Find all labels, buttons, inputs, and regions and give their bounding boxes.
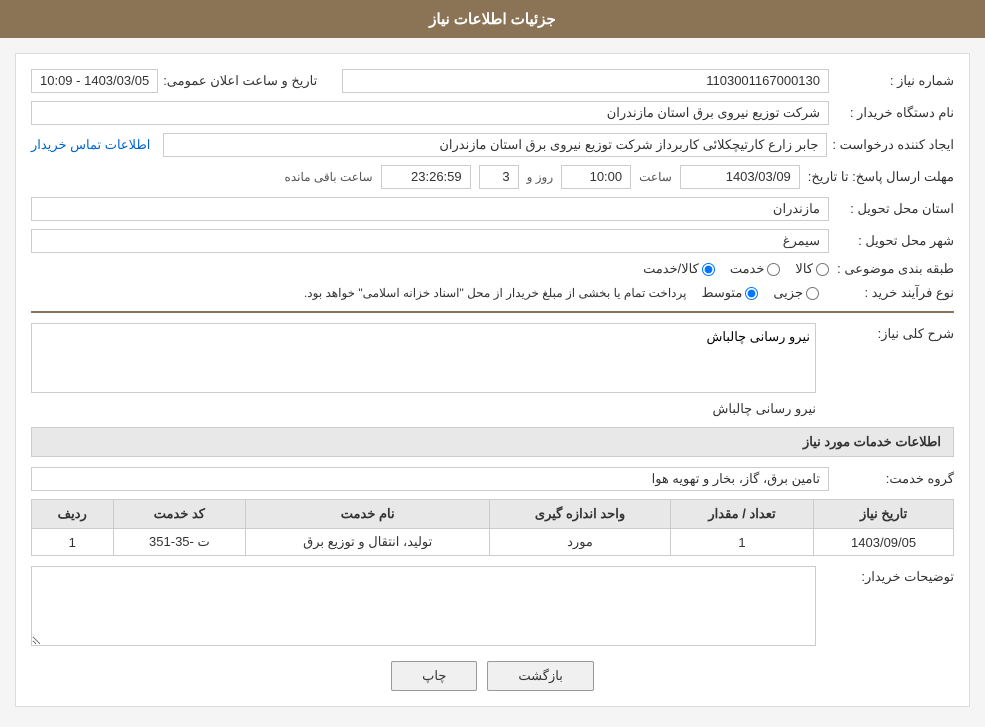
purchase-jozi-item: جزیی	[773, 285, 819, 301]
purchase-motavasset-item: متوسط	[701, 285, 758, 301]
cell-service-name: تولید، انتقال و توزیع برق	[246, 529, 490, 556]
city-value: سیمرغ	[31, 229, 829, 253]
cell-measure: مورد	[490, 529, 671, 556]
category-khedmat-item: خدمت	[730, 261, 781, 277]
purchase-note: پرداخت تمام یا بخشی از مبلغ خریدار از مح…	[31, 286, 686, 300]
cell-row-num: 1	[32, 529, 114, 556]
creator-value: جابر زارع کارتیچکلائی کاربرداز شرکت توزی…	[163, 133, 827, 157]
col-header-service-name: نام خدمت	[246, 500, 490, 529]
col-header-measure: واحد اندازه گیری	[490, 500, 671, 529]
cell-date: 1403/09/05	[814, 529, 954, 556]
purchase-row: نوع فرآیند خرید : جزیی متوسط پرداخت تمام…	[31, 285, 954, 301]
cell-service-code: ت -35-351	[113, 529, 246, 556]
category-label: طبقه بندی موضوعی :	[834, 261, 954, 277]
deadline-time: 10:00	[561, 165, 631, 189]
buyer-notes-textarea[interactable]	[31, 566, 816, 646]
back-button[interactable]: بازگشت	[487, 661, 593, 691]
col-header-service-code: کد خدمت	[113, 500, 246, 529]
main-content: شماره نیاز : 1103001167000130 تاریخ و سا…	[15, 53, 970, 707]
category-kala-item: کالا	[795, 261, 829, 277]
purchase-label: نوع فرآیند خرید :	[834, 285, 954, 301]
buyer-org-label: نام دستگاه خریدار :	[834, 105, 954, 121]
need-desc-label: شرح کلی نیاز:	[824, 323, 954, 342]
col-header-date: تاریخ نیاز	[814, 500, 954, 529]
announce-value: 1403/03/05 - 10:09	[31, 69, 158, 93]
table-header-row: تاریخ نیاز تعداد / مقدار واحد اندازه گیر…	[32, 500, 954, 529]
city-label: شهر محل تحویل :	[834, 233, 954, 249]
need-number-value: 1103001167000130	[342, 69, 829, 93]
deadline-days: 3	[479, 165, 519, 189]
category-radio-group: کالا خدمت کالا/خدمت	[643, 261, 829, 277]
service-table: تاریخ نیاز تعداد / مقدار واحد اندازه گیر…	[31, 499, 954, 556]
category-kala-label: کالا	[795, 261, 813, 277]
need-desc-row: شرح کلی نیاز:	[31, 323, 954, 393]
category-kala-radio[interactable]	[816, 263, 829, 276]
button-row: بازگشت چاپ	[31, 661, 954, 691]
province-label: استان محل تحویل :	[834, 201, 954, 217]
category-kala-khedmat-item: کالا/خدمت	[643, 261, 715, 277]
need-desc-value-display: نیرو رسانی چالباش	[712, 401, 816, 416]
category-row: طبقه بندی موضوعی : کالا خدمت کالا/خدمت	[31, 261, 954, 277]
deadline-time-label: ساعت	[639, 170, 672, 184]
divider	[31, 311, 954, 313]
cell-quantity: 1	[670, 529, 813, 556]
category-kala-khedmat-radio[interactable]	[702, 263, 715, 276]
service-group-value: تامین برق، گاز، بخار و تهویه هوا	[31, 467, 829, 491]
buyer-org-value: شرکت توزیع نیروی برق استان مازندران	[31, 101, 829, 125]
category-kala-khedmat-label: کالا/خدمت	[643, 261, 699, 277]
header-title: جزئیات اطلاعات نیاز	[429, 11, 556, 28]
contact-link[interactable]: اطلاعات تماس خریدار	[31, 137, 150, 153]
table-row: 1403/09/05 1 مورد تولید، انتقال و توزیع …	[32, 529, 954, 556]
page-header: جزئیات اطلاعات نیاز	[0, 0, 985, 38]
province-row: استان محل تحویل : مازندران	[31, 197, 954, 221]
buyer-notes-label: توضیحات خریدار:	[824, 566, 954, 585]
category-khedmat-label: خدمت	[730, 261, 765, 277]
deadline-day-label: روز و	[527, 170, 554, 184]
deadline-remaining-label: ساعت باقی مانده	[285, 170, 373, 184]
print-button[interactable]: چاپ	[391, 661, 477, 691]
creator-row: ایجاد کننده درخواست : جابر زارع کارتیچکل…	[31, 133, 954, 157]
service-group-label: گروه خدمت:	[834, 471, 954, 487]
purchase-radio-group: جزیی متوسط	[701, 285, 819, 301]
city-row: شهر محل تحویل : سیمرغ	[31, 229, 954, 253]
services-section-header: اطلاعات خدمات مورد نیاز	[31, 427, 954, 457]
deadline-row: مهلت ارسال پاسخ: تا تاریخ: 1403/03/09 سا…	[31, 165, 954, 189]
creator-label: ایجاد کننده درخواست :	[832, 137, 954, 153]
purchase-motavasset-label: متوسط	[701, 285, 742, 301]
purchase-jozi-radio[interactable]	[806, 287, 819, 300]
service-group-row: گروه خدمت: تامین برق، گاز، بخار و تهویه …	[31, 467, 954, 491]
deadline-label: مهلت ارسال پاسخ: تا تاریخ:	[808, 169, 954, 185]
col-header-row-num: ردیف	[32, 500, 114, 529]
purchase-motavasset-radio[interactable]	[745, 287, 758, 300]
buyer-notes-row: توضیحات خریدار:	[31, 566, 954, 646]
purchase-jozi-label: جزیی	[773, 285, 803, 301]
page-container: جزئیات اطلاعات نیاز شماره نیاز : 1103001…	[0, 0, 985, 727]
category-khedmat-radio[interactable]	[767, 263, 780, 276]
province-value: مازندران	[31, 197, 829, 221]
announce-label: تاریخ و ساعت اعلان عمومی:	[163, 73, 317, 89]
need-desc-textarea[interactable]	[31, 323, 816, 393]
buyer-org-row: نام دستگاه خریدار : شرکت توزیع نیروی برق…	[31, 101, 954, 125]
need-number-label: شماره نیاز :	[834, 73, 954, 89]
deadline-remaining: 23:26:59	[381, 165, 471, 189]
deadline-date: 1403/03/09	[680, 165, 800, 189]
need-number-row: شماره نیاز : 1103001167000130 تاریخ و سا…	[31, 69, 954, 93]
col-header-quantity: تعداد / مقدار	[670, 500, 813, 529]
